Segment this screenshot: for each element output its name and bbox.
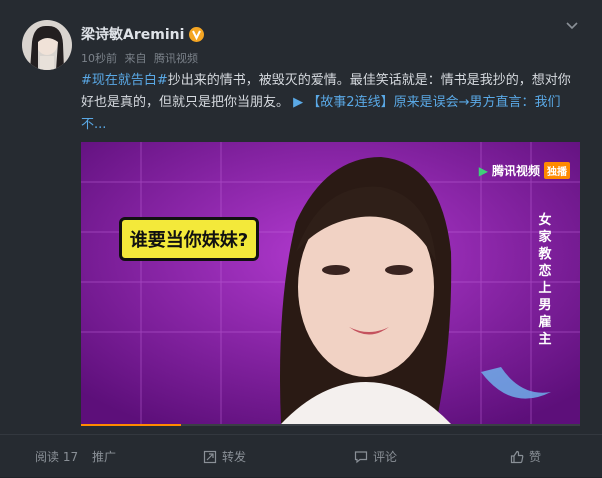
post-text: #现在就告白#抄出来的情书，被毁灭的爱情。最佳笑话就是：情书是我抄的，想对你好也… — [81, 70, 581, 136]
hashtag-link[interactable]: #现在就告白# — [81, 73, 168, 88]
side-caption: 女家教恋上男雇主 — [538, 213, 552, 347]
exclusive-tag: 独播 — [544, 162, 570, 179]
read-count-label: 阅读 17 — [35, 450, 79, 464]
speech-bubble: 谁要当你妹妹? — [119, 217, 259, 261]
source-name[interactable]: 腾讯视频 — [154, 52, 198, 65]
logo-text: 腾讯视频 — [491, 164, 540, 178]
thumbs-up-icon — [510, 450, 524, 463]
repost-button[interactable]: 转发 — [203, 448, 246, 465]
video-progress-bar[interactable] — [81, 424, 580, 426]
video-progress-fill — [81, 424, 181, 426]
weibo-post-card: 梁诗敏Aremini 10秒前 来自 腾讯视频 #现在就告白#抄出来的情书，被毁… — [0, 0, 602, 477]
like-label: 赞 — [529, 450, 542, 464]
source-prefix: 来自 — [124, 52, 147, 65]
repost-icon — [203, 450, 217, 463]
video-player[interactable]: 谁要当你妹妹? ▶︎ 腾讯视频 独播 女家教恋上男雇主 — [81, 142, 580, 424]
like-button[interactable]: 赞 — [510, 448, 541, 465]
comment-icon — [354, 450, 368, 463]
verified-v-icon — [189, 26, 205, 42]
comment-label: 评论 — [373, 450, 398, 464]
promote-label: 推广 — [92, 450, 117, 464]
post-footer: 阅读 17 推广 转发 评论 赞 — [0, 434, 602, 478]
username-row: 梁诗敏Aremini — [81, 24, 205, 44]
avatar-image — [22, 20, 72, 70]
play-logo-icon: ▶︎ — [478, 163, 488, 178]
comment-button[interactable]: 评论 — [354, 448, 397, 465]
video-link-icon: ▶︎ — [293, 95, 304, 110]
read-count: 阅读 17 — [35, 448, 78, 465]
avatar[interactable] — [22, 20, 72, 70]
tencent-video-logo: ▶︎ 腾讯视频 独播 — [479, 162, 570, 179]
chevron-down-icon[interactable] — [564, 18, 580, 34]
post-time[interactable]: 10秒前 — [81, 52, 117, 65]
username[interactable]: 梁诗敏Aremini — [81, 24, 184, 44]
promote-button[interactable]: 推广 — [92, 448, 116, 465]
repost-label: 转发 — [222, 450, 247, 464]
video-frame — [81, 142, 580, 424]
post-meta: 10秒前 来自 腾讯视频 — [81, 50, 202, 66]
